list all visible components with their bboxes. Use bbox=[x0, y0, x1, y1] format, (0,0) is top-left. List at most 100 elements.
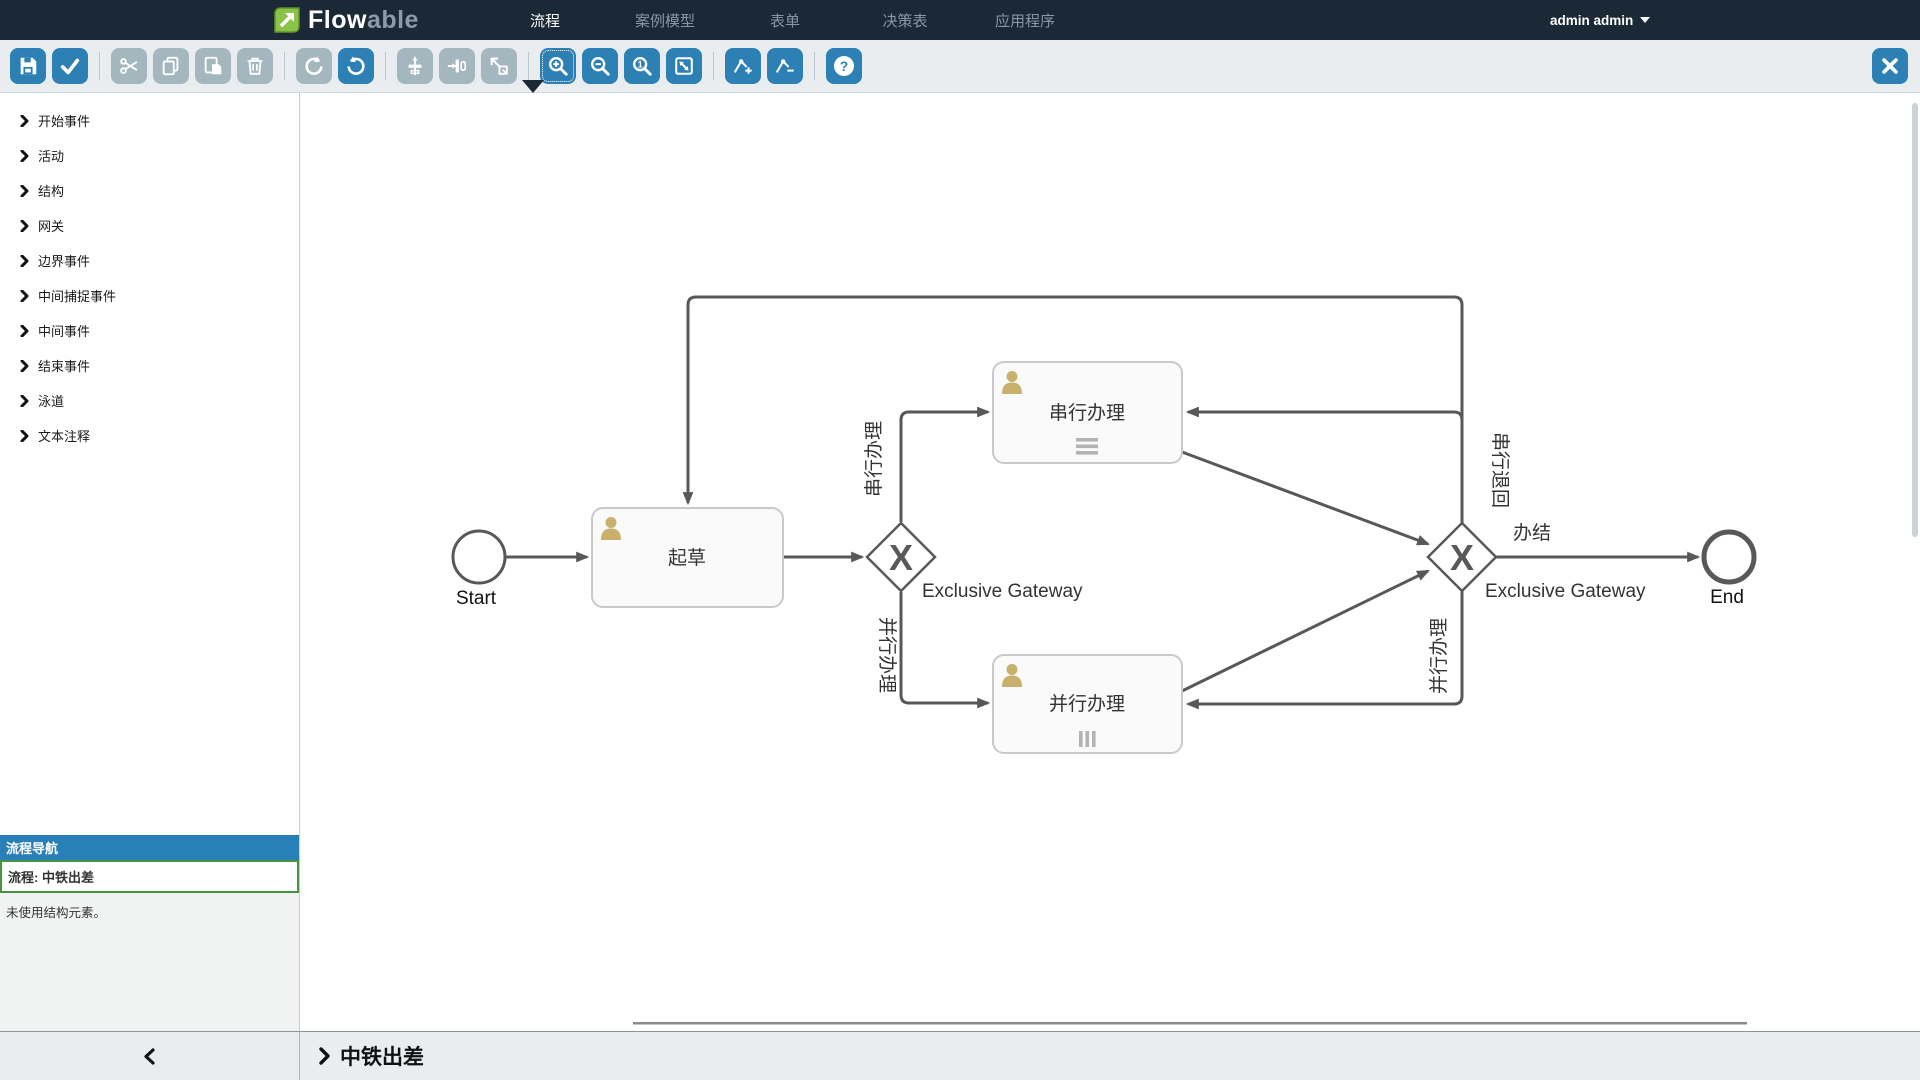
trash-icon bbox=[244, 55, 266, 77]
zoom-in-button[interactable] bbox=[540, 48, 576, 84]
flow-gateway2-parallel-return[interactable] bbox=[1188, 591, 1462, 704]
chevron-right-icon bbox=[20, 290, 29, 302]
tab-decision-tables[interactable]: 决策表 bbox=[870, 0, 940, 40]
add-bendpoint-button[interactable] bbox=[725, 48, 761, 84]
tab-forms[interactable]: 表单 bbox=[750, 0, 820, 40]
palette-group-structural[interactable]: 结构 bbox=[0, 173, 299, 208]
cut-button bbox=[111, 48, 147, 84]
user-task-parallel[interactable]: 并行办理 bbox=[993, 655, 1182, 753]
tab-case-models[interactable]: 案例模型 bbox=[630, 0, 700, 40]
flow-label-finish: 办结 bbox=[1513, 522, 1551, 544]
flow-label-parallel-return: 并行办理 bbox=[1428, 618, 1450, 694]
toolbar-separator bbox=[385, 52, 386, 80]
canvas-horizontal-scrollbar[interactable] bbox=[633, 1022, 1747, 1025]
palette-group-swimlanes[interactable]: 泳道 bbox=[0, 383, 299, 418]
editor-toolbar: 1 bbox=[0, 40, 1920, 93]
check-icon bbox=[59, 55, 81, 77]
flow-serial-to-gateway2[interactable] bbox=[1182, 452, 1428, 544]
process-navigator-note: 未使用结构元素。 bbox=[0, 893, 299, 1031]
undo-button[interactable] bbox=[338, 48, 374, 84]
user-name: admin admin bbox=[1550, 13, 1633, 28]
align-vertical-button bbox=[397, 48, 433, 84]
palette-group-end-events[interactable]: 结束事件 bbox=[0, 348, 299, 383]
toolbar-separator bbox=[99, 52, 100, 80]
flow-label-to-serial: 串行办理 bbox=[863, 421, 885, 497]
close-editor-button[interactable] bbox=[1872, 48, 1908, 84]
flow-label-serial-return: 串行退回 bbox=[1489, 432, 1511, 508]
zoom-out-button[interactable] bbox=[582, 48, 618, 84]
palette-group-start-events[interactable]: 开始事件 bbox=[0, 103, 299, 138]
undo-icon bbox=[345, 55, 367, 77]
gateway1-label: Exclusive Gateway bbox=[922, 581, 1083, 602]
palette-group-intermediate-catching-events[interactable]: 中间捕捉事件 bbox=[0, 278, 299, 313]
tab-processes[interactable]: 流程 bbox=[510, 0, 580, 40]
toolbar-separator bbox=[814, 52, 815, 80]
flow-parallel-to-gateway2[interactable] bbox=[1182, 571, 1428, 691]
user-task-draft[interactable]: 起草 bbox=[592, 508, 783, 607]
flow-label-to-parallel: 并行办理 bbox=[876, 617, 898, 693]
save-icon bbox=[17, 55, 39, 77]
logo-wordmark: Flowable bbox=[308, 6, 419, 35]
paste-button bbox=[195, 48, 231, 84]
zoom-in-icon bbox=[547, 55, 569, 77]
exclusive-gateway-x-marker: X bbox=[1450, 537, 1474, 578]
canvas-vertical-scrollbar[interactable] bbox=[1912, 103, 1918, 537]
editor-main: 开始事件 活动 结构 网关 边界事件 bbox=[0, 93, 1920, 1031]
chevron-right-icon bbox=[20, 185, 29, 197]
copy-icon bbox=[160, 55, 182, 77]
task-parallel-label: 并行办理 bbox=[1049, 693, 1125, 715]
palette-group-text-annotation[interactable]: 文本注释 bbox=[0, 418, 299, 453]
flow-gateway1-to-serial[interactable] bbox=[901, 412, 988, 522]
sidebar-collapse-footer[interactable] bbox=[0, 1031, 300, 1080]
flowable-process-editor: Flowable 流程 案例模型 表单 决策表 应用程序 admin admin bbox=[0, 0, 1920, 1080]
remove-bendpoint-button[interactable] bbox=[767, 48, 803, 84]
bpmn-diagram: Start 起草 串行办理 bbox=[300, 93, 1920, 1031]
copy-button bbox=[153, 48, 189, 84]
bottom-row: 中铁出差 bbox=[0, 1031, 1920, 1080]
chevron-right-icon bbox=[20, 325, 29, 337]
end-event-label: End bbox=[1710, 587, 1744, 608]
breadcrumb-process-name[interactable]: 中铁出差 bbox=[340, 1041, 424, 1071]
shape-palette-sidebar: 开始事件 活动 结构 网关 边界事件 bbox=[0, 93, 300, 1031]
start-event[interactable] bbox=[453, 531, 505, 583]
palette-group-activities[interactable]: 活动 bbox=[0, 138, 299, 173]
popover-arrow bbox=[522, 80, 544, 93]
process-navigator-selected-item[interactable]: 流程: 中铁出差 bbox=[0, 860, 299, 893]
user-menu[interactable]: admin admin bbox=[1550, 0, 1650, 40]
palette-group-intermediate-events[interactable]: 中间事件 bbox=[0, 313, 299, 348]
bpmn-canvas[interactable]: Start 起草 串行办理 bbox=[300, 93, 1920, 1031]
chevron-right-icon bbox=[20, 255, 29, 267]
parallel-multi-instance-icon bbox=[1079, 731, 1096, 747]
chevron-right-icon bbox=[20, 430, 29, 442]
chevron-right-icon bbox=[20, 220, 29, 232]
flowable-leaf-icon bbox=[272, 5, 302, 35]
flowable-logo[interactable]: Flowable bbox=[272, 0, 419, 40]
chevron-right-icon bbox=[20, 360, 29, 372]
help-button[interactable]: ? bbox=[826, 48, 862, 84]
palette-group-gateways[interactable]: 网关 bbox=[0, 208, 299, 243]
breadcrumb-bar: 中铁出差 bbox=[300, 1031, 1920, 1080]
task-serial-label: 串行办理 bbox=[1049, 402, 1125, 424]
remove-bendpoint-icon bbox=[774, 55, 796, 77]
validate-button[interactable] bbox=[52, 48, 88, 84]
zoom-fit-button[interactable] bbox=[666, 48, 702, 84]
task-draft-label: 起草 bbox=[668, 547, 706, 569]
user-task-serial[interactable]: 串行办理 bbox=[993, 362, 1182, 463]
delete-button bbox=[237, 48, 273, 84]
zoom-fit-icon bbox=[673, 55, 695, 77]
exclusive-gateway-x-marker: X bbox=[889, 537, 913, 578]
flow-gateway1-to-parallel[interactable] bbox=[901, 592, 988, 703]
same-size-icon bbox=[488, 55, 510, 77]
close-icon bbox=[1879, 55, 1901, 77]
end-event[interactable] bbox=[1704, 532, 1754, 582]
tab-apps[interactable]: 应用程序 bbox=[990, 0, 1060, 40]
main-nav-tabs: 流程 案例模型 表单 决策表 应用程序 bbox=[510, 0, 1110, 40]
save-button[interactable] bbox=[10, 48, 46, 84]
chevron-right-icon bbox=[20, 115, 29, 127]
palette-group-boundary-events[interactable]: 边界事件 bbox=[0, 243, 299, 278]
zoom-actual-size-button[interactable]: 1 bbox=[624, 48, 660, 84]
toolbar-separator bbox=[528, 52, 529, 80]
align-vertical-icon bbox=[404, 55, 426, 77]
align-horizontal-button bbox=[439, 48, 475, 84]
zoom-out-icon bbox=[589, 55, 611, 77]
